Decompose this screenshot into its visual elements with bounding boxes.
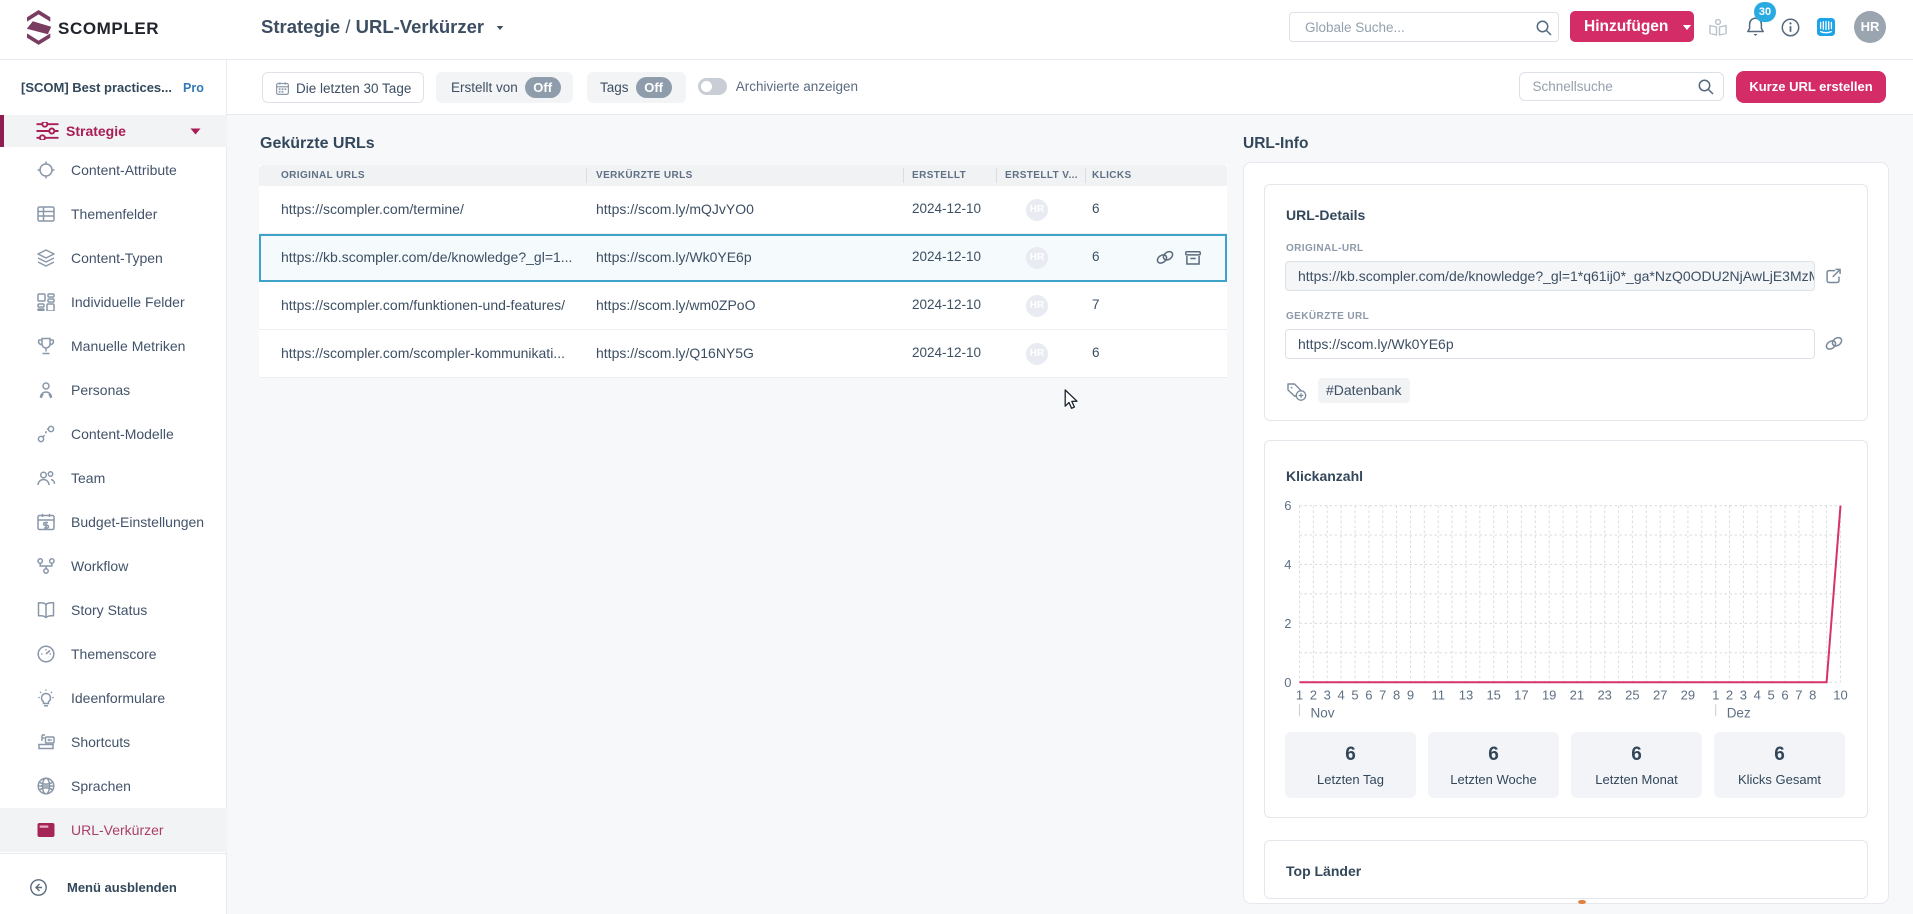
svg-text:0: 0 xyxy=(1284,675,1291,690)
svg-text:19: 19 xyxy=(1542,687,1556,702)
svg-text:2: 2 xyxy=(1284,616,1291,631)
svg-text:5: 5 xyxy=(1351,687,1358,702)
svg-text:25: 25 xyxy=(1625,687,1639,702)
svg-text:21: 21 xyxy=(1570,687,1584,702)
svg-text:8: 8 xyxy=(1809,687,1816,702)
svg-text:6: 6 xyxy=(1284,498,1291,513)
svg-text:7: 7 xyxy=(1795,687,1802,702)
svg-text:23: 23 xyxy=(1597,687,1611,702)
svg-text:7: 7 xyxy=(1379,687,1386,702)
svg-text:6: 6 xyxy=(1781,687,1788,702)
svg-text:1: 1 xyxy=(1712,687,1719,702)
svg-text:4: 4 xyxy=(1284,557,1291,572)
svg-text:1: 1 xyxy=(1296,687,1303,702)
svg-text:3: 3 xyxy=(1740,687,1747,702)
svg-text:Dez: Dez xyxy=(1727,705,1751,720)
svg-text:5: 5 xyxy=(1767,687,1774,702)
svg-text:8: 8 xyxy=(1393,687,1400,702)
svg-text:6: 6 xyxy=(1365,687,1372,702)
svg-text:Nov: Nov xyxy=(1311,705,1335,720)
svg-text:3: 3 xyxy=(1324,687,1331,702)
svg-text:4: 4 xyxy=(1754,687,1761,702)
svg-text:4: 4 xyxy=(1337,687,1344,702)
svg-text:2: 2 xyxy=(1726,687,1733,702)
svg-text:10: 10 xyxy=(1833,687,1847,702)
svg-text:27: 27 xyxy=(1653,687,1667,702)
svg-text:29: 29 xyxy=(1681,687,1695,702)
svg-text:15: 15 xyxy=(1486,687,1500,702)
svg-text:11: 11 xyxy=(1431,687,1445,702)
svg-text:13: 13 xyxy=(1459,687,1473,702)
svg-text:17: 17 xyxy=(1514,687,1528,702)
svg-text:9: 9 xyxy=(1407,687,1414,702)
svg-text:2: 2 xyxy=(1310,687,1317,702)
